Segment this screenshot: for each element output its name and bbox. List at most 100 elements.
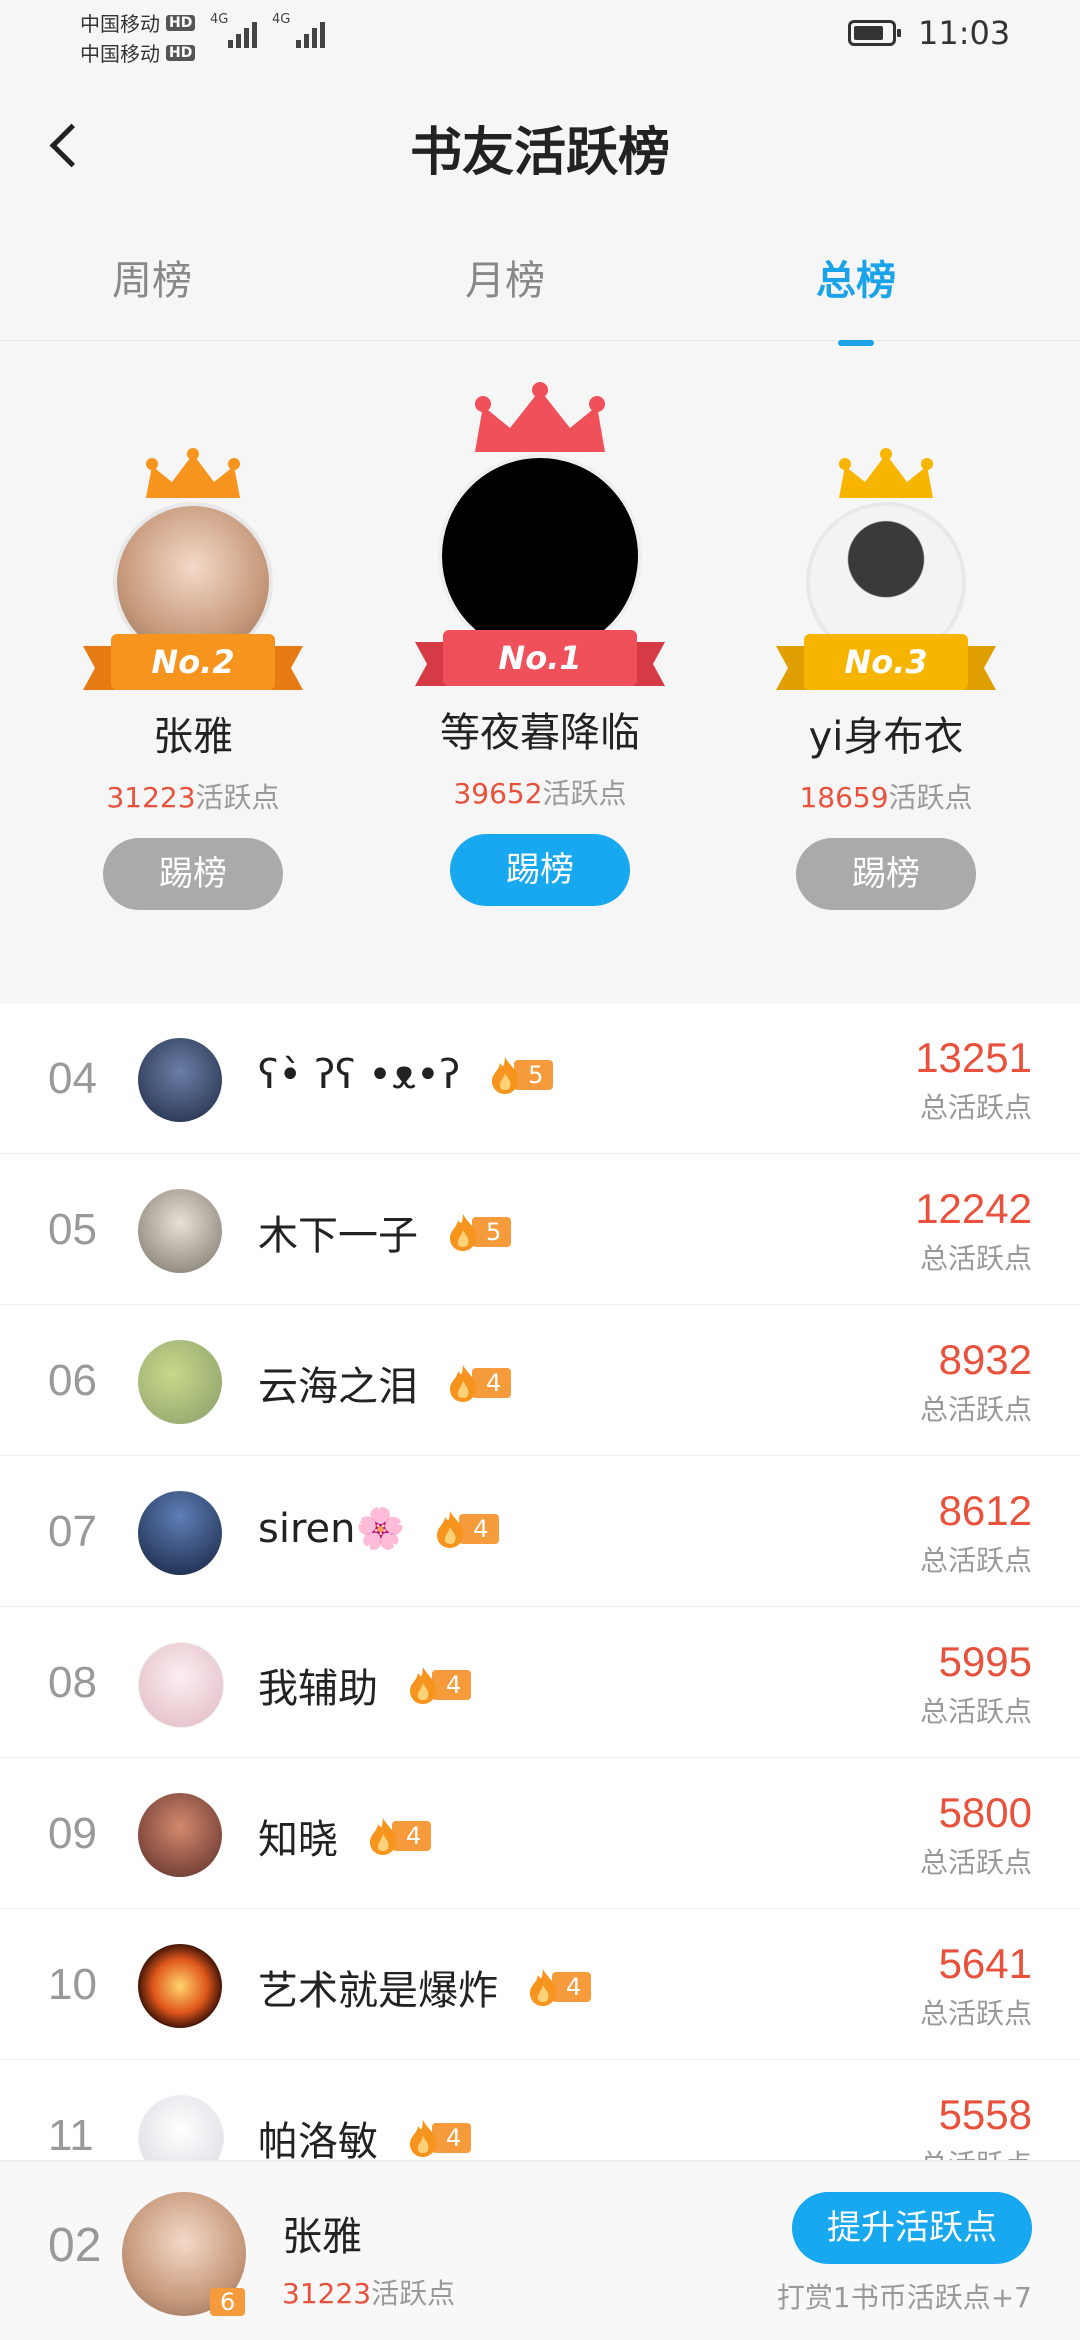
rank-label-first: No.1 [498, 639, 582, 677]
list-score: 5995 总活跃点 [920, 1638, 1032, 1730]
flame-icon [530, 1969, 557, 2006]
list-name-wrap: siren🌸 4 [258, 1505, 499, 1552]
list-name: 我辅助 [258, 1666, 378, 1712]
points-first: 39652活跃点 [370, 772, 710, 812]
avatar[interactable] [138, 1642, 224, 1728]
score-label: 总活跃点 [919, 1846, 1032, 1879]
my-points: 31223活跃点 [282, 2272, 455, 2312]
hd-badge-1: HD [166, 14, 196, 31]
list-item[interactable]: 06 云海之泪 4 8932 总活跃点 [0, 1306, 1080, 1456]
carrier-2: 中国移动 HD [80, 38, 196, 67]
rank-label-second: No.2 [151, 643, 235, 681]
points-third: 18659活跃点 [716, 776, 1056, 816]
points-value-second: 31223 [106, 781, 196, 814]
my-level-badge: 6 [210, 2288, 246, 2316]
my-name: 张雅 [282, 2214, 362, 2260]
points-second: 31223活跃点 [23, 776, 363, 816]
list-item[interactable]: 11 帕洛敏 4 5558总活跃点 [0, 2061, 1080, 2164]
network-type-1: 4G [210, 12, 229, 27]
status-bar: 中国移动 HD 中国移动 HD 4G 4G 11:03 [0, 0, 1080, 72]
kick-button-third[interactable]: 踢榜 [796, 838, 976, 910]
avatar[interactable] [138, 1340, 222, 1424]
flame-icon [437, 1510, 464, 1548]
list-item[interactable]: 10 艺术就是爆炸 4 5641 总活跃点 [0, 1910, 1080, 2060]
crown-icon-first [475, 382, 605, 452]
flame-icon [450, 1365, 477, 1402]
list-score: 5558总活跃点 [920, 2091, 1032, 2164]
name-first: 等夜暮降临 [440, 710, 640, 756]
avatar[interactable] [138, 2095, 224, 2164]
battery-icon [848, 20, 901, 46]
list-item[interactable]: 08 我辅助 4 5995 总活跃点 [0, 1608, 1080, 1758]
tab-monthly[interactable]: 月榜 [405, 248, 605, 306]
list-name: 帕洛敏 [258, 2119, 378, 2164]
list-name-wrap: ʕ•̀ ʔʕ •ᴥ•ʔ 5 [258, 1052, 554, 1098]
avatar[interactable] [138, 1189, 222, 1273]
flame-icon [492, 1057, 519, 1094]
list-name-wrap: 知晓 4 [258, 1807, 432, 1865]
list-score: 12242 总活跃点 [915, 1185, 1032, 1277]
list-name-wrap: 我辅助 4 [258, 1656, 472, 1714]
list-item[interactable]: 09 知晓 4 5800 总活跃点 [0, 1759, 1080, 1909]
level-badge: 5 [446, 1214, 512, 1251]
flame-icon [450, 1214, 477, 1251]
list-item[interactable]: 07 siren🌸 4 8612 总活跃点 [0, 1457, 1080, 1607]
rank-ribbon-second: No.2 [83, 634, 303, 690]
list-score: 8612 总活跃点 [920, 1487, 1032, 1579]
list-rank: 08 [48, 1658, 97, 1707]
crown-icon-third [839, 448, 933, 498]
level-badge: 4 [433, 1510, 499, 1548]
carrier-2-label: 中国移动 [80, 42, 160, 66]
avatar[interactable] [138, 1038, 222, 1122]
boost-points-button[interactable]: 提升活跃点 [792, 2192, 1032, 2264]
kick-button-second[interactable]: 踢榜 [103, 838, 283, 910]
score-label: 总活跃点 [919, 1544, 1032, 1577]
score-label: 总活跃点 [919, 1091, 1032, 1124]
flame-icon [370, 1818, 397, 1855]
list-rank: 04 [48, 1054, 97, 1103]
score-label: 总活跃点 [919, 1393, 1032, 1426]
list-score: 13251 总活跃点 [915, 1034, 1032, 1126]
list-rank: 09 [48, 1809, 97, 1858]
avatar-first[interactable] [438, 454, 642, 658]
level-badge: 4 [446, 1365, 512, 1402]
score-label: 总活跃点 [919, 1242, 1032, 1275]
name-third: yi身布衣 [808, 714, 964, 760]
points-suffix-first: 活跃点 [542, 777, 627, 810]
list-name-wrap: 木下一子 5 [258, 1203, 512, 1261]
avatar[interactable] [138, 1944, 222, 2028]
tab-overall[interactable]: 总榜 [756, 248, 956, 346]
my-points-suffix: 活跃点 [371, 2277, 456, 2310]
list-name-wrap: 帕洛敏 4 [258, 2109, 472, 2164]
network-type-2: 4G [272, 12, 291, 27]
score-value: 8612 [938, 1487, 1032, 1534]
hd-badge-2: HD [166, 44, 196, 61]
list-name: siren🌸 [258, 1506, 406, 1552]
rank-ribbon-first: No.1 [415, 630, 665, 686]
my-rank-bar: 02 6 张雅 31223活跃点 提升活跃点 打赏1书币活跃点+7 [0, 2160, 1080, 2340]
podium-third: No.3 yi身布衣 18659活跃点 踢榜 [716, 448, 1056, 910]
score-value: 13251 [915, 1034, 1032, 1081]
rank-list[interactable]: 04 ʕ•̀ ʔʕ •ᴥ•ʔ 5 13251 总活跃点 05 木下一子 5 122… [0, 1004, 1080, 2164]
level-badge: 4 [406, 2120, 472, 2157]
page-title: 书友活跃榜 [409, 123, 670, 183]
list-item[interactable]: 05 木下一子 5 12242 总活跃点 [0, 1155, 1080, 1305]
list-item[interactable]: 04 ʕ•̀ ʔʕ •ᴥ•ʔ 5 13251 总活跃点 [0, 1004, 1080, 1154]
list-name-wrap: 云海之泪 4 [258, 1354, 512, 1412]
reward-hint: 打赏1书币活跃点+7 [776, 2281, 1032, 2314]
avatar[interactable] [138, 1793, 222, 1877]
podium: No.2 张雅 31223活跃点 踢榜 No.1 等夜暮降临 39652活跃点 … [0, 342, 1080, 982]
tab-weekly[interactable]: 周榜 [52, 248, 252, 306]
kick-button-first[interactable]: 踢榜 [450, 834, 630, 906]
avatar[interactable] [138, 1491, 222, 1575]
score-value: 5995 [938, 1638, 1032, 1685]
list-name: 云海之泪 [258, 1364, 418, 1410]
my-rank: 02 [48, 2219, 102, 2272]
status-time: 11:03 [918, 14, 1011, 52]
rank-label-third: No.3 [844, 643, 928, 681]
score-label: 总活跃点 [919, 1695, 1032, 1728]
list-rank: 11 [48, 2111, 94, 2160]
list-name: 艺术就是爆炸 [258, 1968, 498, 2014]
level-badge: 5 [488, 1057, 554, 1094]
list-name: 知晓 [258, 1817, 338, 1863]
